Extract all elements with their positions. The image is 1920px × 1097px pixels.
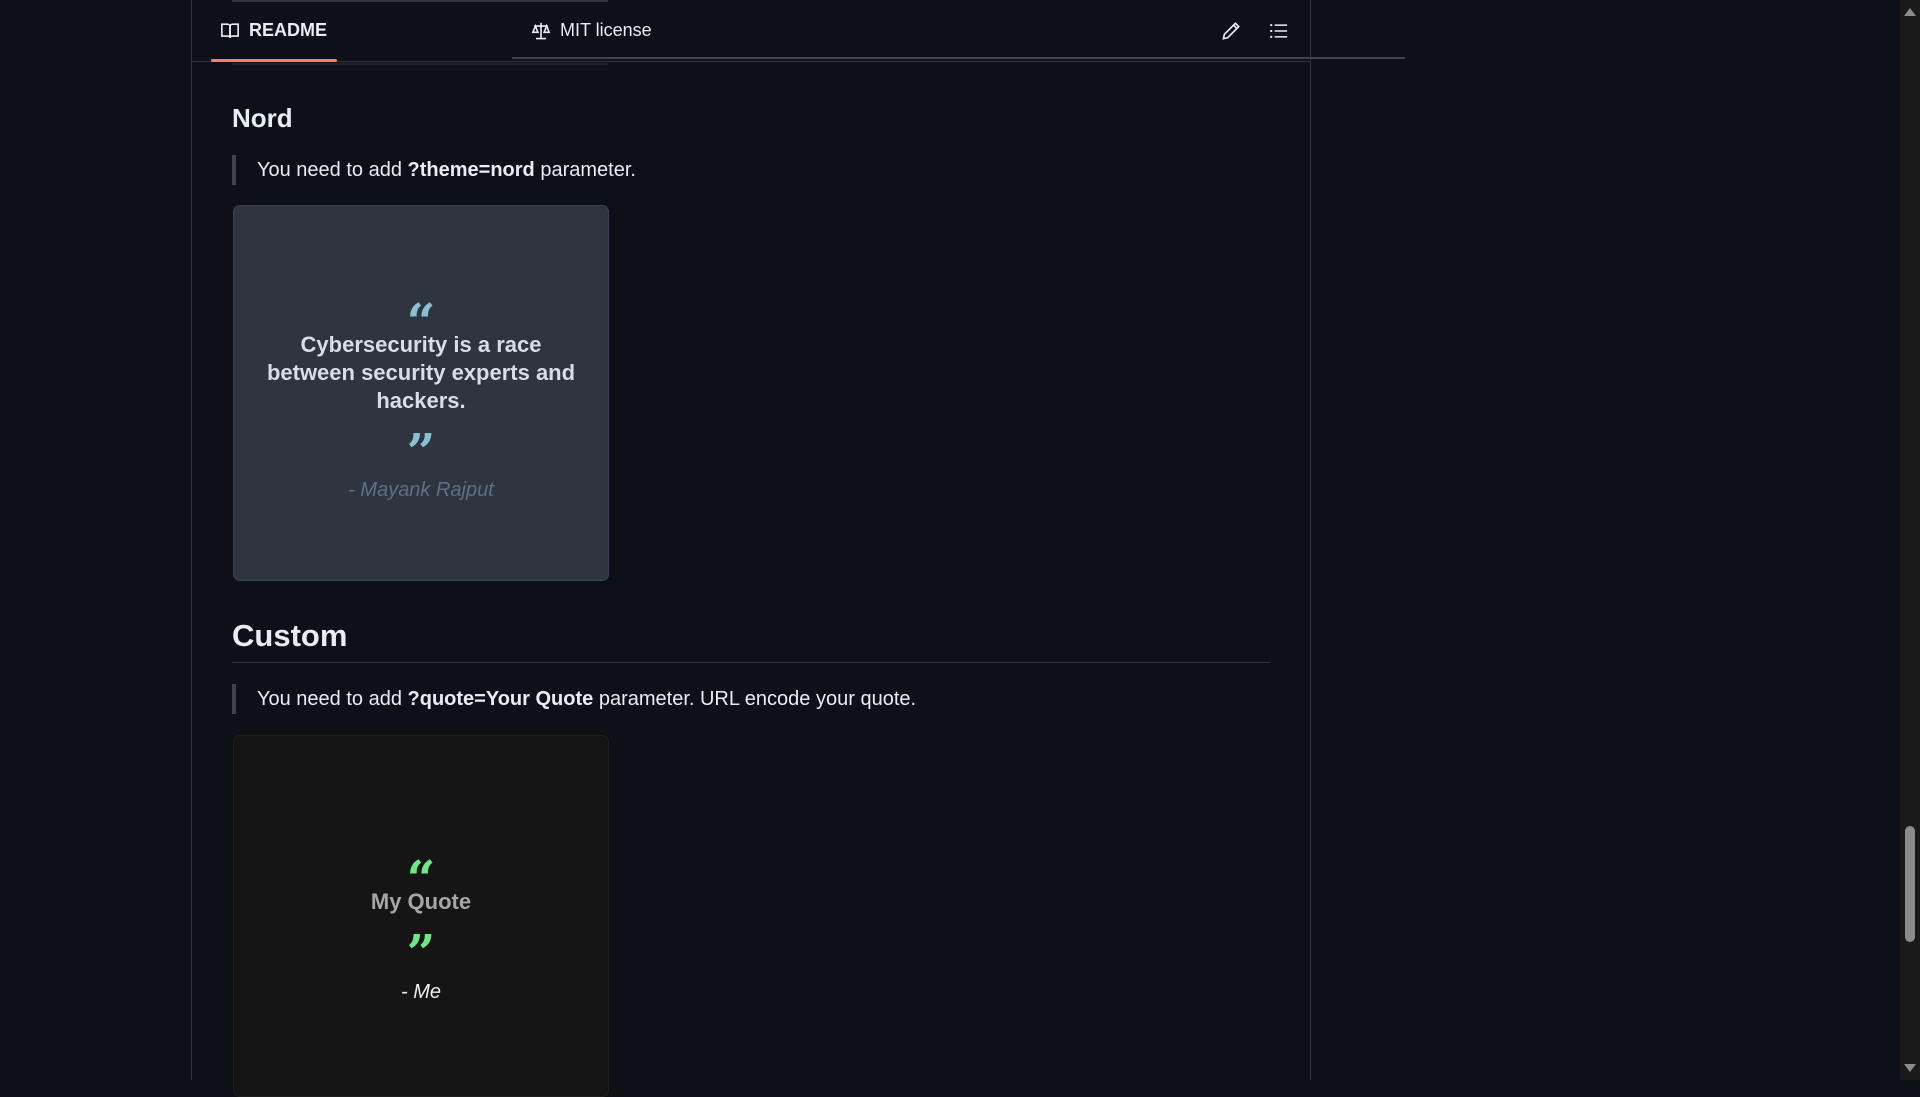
scale-icon: [531, 22, 551, 39]
tab-license[interactable]: MIT license: [531, 0, 652, 61]
scroll-down-arrow-icon[interactable]: [1904, 1064, 1916, 1072]
tab-readme[interactable]: README: [211, 0, 338, 62]
heading-nord: Nord: [232, 103, 293, 133]
vertical-scrollbar[interactable]: [1900, 0, 1920, 1080]
quote-text: My Quote: [254, 888, 588, 916]
custom-note-prefix: You need to add: [257, 688, 408, 710]
custom-quote-card: “ My Quote ” - Me: [233, 735, 609, 1097]
quote-author: - Me: [401, 981, 441, 1003]
custom-note-param: ?quote=Your Quote: [407, 688, 594, 710]
open-quote-icon: “: [406, 297, 436, 329]
edit-button[interactable]: [1216, 16, 1246, 46]
scrollbar-thumb[interactable]: [1905, 826, 1915, 942]
table-of-contents-button[interactable]: [1264, 16, 1294, 46]
heading-divider: [232, 662, 1270, 663]
scroll-up-arrow-icon[interactable]: [1904, 8, 1916, 16]
custom-note-suffix: parameter. URL encode your quote.: [593, 688, 917, 710]
custom-note: You need to add ?quote=Your Quote parame…: [232, 684, 916, 714]
heading-custom: Custom: [232, 618, 348, 653]
quote-author: - Mayank Rajput: [348, 479, 494, 501]
tab-bar: README MIT license: [192, 0, 1405, 62]
close-quote-icon: ”: [406, 928, 436, 960]
quote-line: Cybersecurity is a race: [300, 332, 542, 357]
nord-note-prefix: You need to add: [257, 159, 408, 181]
list-icon: [1270, 24, 1288, 38]
quote-text: Cybersecurity is a race between security…: [254, 331, 588, 415]
tab-divider: [512, 57, 1405, 59]
close-quote-icon: ”: [406, 427, 436, 459]
open-quote-icon: “: [406, 854, 436, 886]
pencil-icon: [1222, 22, 1240, 40]
tab-license-label: MIT license: [560, 20, 652, 40]
partial-divider: [232, 63, 608, 65]
tab-readme-label: README: [249, 20, 328, 40]
book-icon: [221, 22, 239, 38]
tab-active-indicator: [211, 59, 338, 62]
readme-panel: README MIT license Nord You need to add …: [191, 0, 1405, 1097]
quote-line: My Quote: [370, 889, 472, 914]
quote-line: hackers.: [376, 388, 466, 413]
quote-line: between security experts and: [266, 360, 576, 385]
nord-note-param: ?theme=nord: [407, 159, 535, 181]
nord-quote-card: “ Cybersecurity is a race between securi…: [233, 205, 609, 581]
nord-note-suffix: parameter.: [534, 159, 636, 181]
nord-note: You need to add ?theme=nord parameter.: [232, 155, 636, 185]
